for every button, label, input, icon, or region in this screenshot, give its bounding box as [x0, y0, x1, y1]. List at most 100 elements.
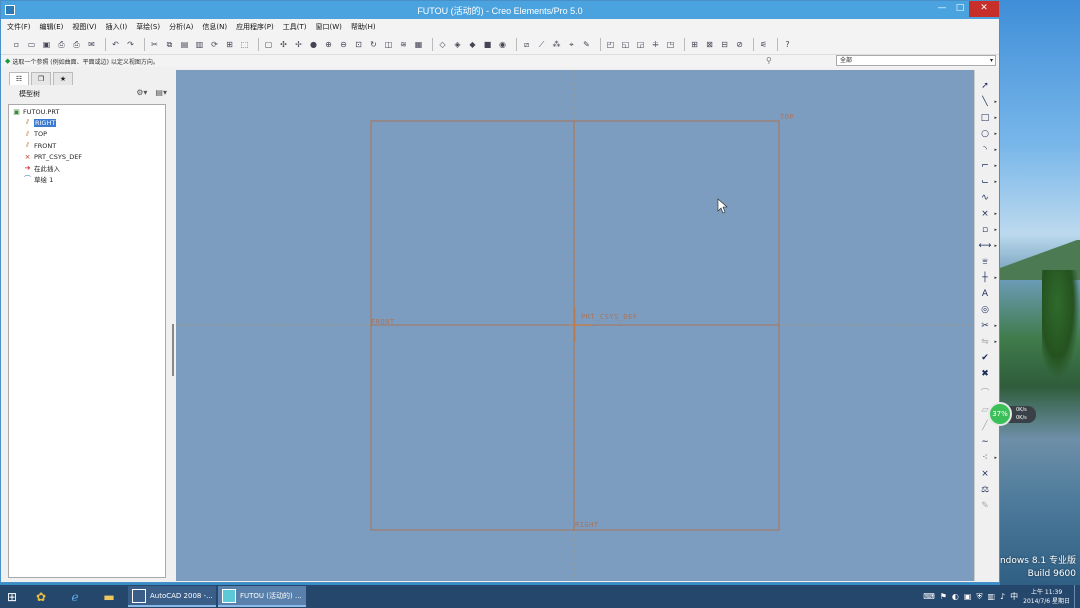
selection-box-icon[interactable]: ⬚: [239, 39, 250, 50]
view-manager-icon[interactable]: ▦: [413, 39, 424, 50]
edit-tool-right-icon[interactable]: ✎: [978, 500, 992, 512]
sketch-display-icon[interactable]: ⊘: [734, 39, 745, 50]
print-icon[interactable]: ⎙: [56, 39, 67, 50]
shading-icon[interactable]: ●: [308, 39, 319, 50]
datum-plane-tool-icon[interactable]: ◰: [605, 39, 616, 50]
reorient-icon[interactable]: ↻: [368, 39, 379, 50]
layers-icon[interactable]: ≋: [398, 39, 409, 50]
cut-icon[interactable]: ✂: [149, 39, 160, 50]
datum-planes-display-icon[interactable]: ⧄: [521, 39, 532, 50]
dimension-tool-icon[interactable]: ⟷ ▸: [978, 240, 997, 252]
datum-axes-display-icon[interactable]: ⟋: [536, 39, 547, 50]
annotation-display-icon[interactable]: ✎: [581, 39, 592, 50]
menu-applications[interactable]: 应用程序(P): [236, 22, 274, 32]
tree-item-sketch[interactable]: ⌒ 草绘 1: [9, 174, 165, 185]
text-tool-icon[interactable]: A: [978, 288, 992, 300]
find-icon[interactable]: ⊞: [224, 39, 235, 50]
filter-icon[interactable]: ⚲: [766, 56, 772, 65]
app-icon[interactable]: [5, 5, 15, 15]
chamfer-tool-icon[interactable]: ⌙ ▸: [978, 176, 997, 188]
undo-icon[interactable]: ↶: [110, 39, 121, 50]
cancel-icon[interactable]: ✖: [978, 368, 992, 380]
tray-icon[interactable]: ◐: [952, 592, 959, 601]
menu-sketch[interactable]: 草绘(S): [136, 22, 160, 32]
menu-window[interactable]: 窗口(W): [316, 22, 342, 32]
tree-item-front[interactable]: ⫽ FRONT: [9, 140, 165, 151]
saved-views-icon[interactable]: ◫: [383, 39, 394, 50]
new-file-icon[interactable]: ▫: [11, 39, 22, 50]
circle-tool-icon[interactable]: ○ ▸: [978, 128, 997, 140]
selection-filter-select[interactable]: 全部 ▾: [836, 55, 996, 66]
csys-tool-right-icon[interactable]: ⨯: [978, 468, 992, 480]
spline-tool-icon[interactable]: ∿: [978, 192, 992, 204]
csys-label[interactable]: PRT_CSYS_DEF: [581, 313, 638, 321]
constraint-tool-icon[interactable]: ┼ ▸: [978, 272, 997, 284]
tree-columns-icon[interactable]: ▤▾: [155, 88, 167, 97]
point-display-icon[interactable]: ⁂: [551, 39, 562, 50]
pinned-app-icon[interactable]: ✿: [24, 585, 58, 608]
tray-icon[interactable]: ▣: [964, 592, 972, 601]
sketch-orient-icon[interactable]: ⊟: [719, 39, 730, 50]
tree-item-top[interactable]: ⫽ TOP: [9, 129, 165, 140]
spin-center-icon[interactable]: ✣: [278, 39, 289, 50]
grid-icon[interactable]: ⊞: [689, 39, 700, 50]
copy-icon[interactable]: ⧉: [164, 39, 175, 50]
palette-tool-icon[interactable]: ◎: [978, 304, 992, 316]
accept-icon[interactable]: ✔: [978, 352, 992, 364]
zoom-out-icon[interactable]: ⊖: [338, 39, 349, 50]
tray-clock[interactable]: 上午 11:39 2014/7/6 星期日: [1023, 588, 1070, 606]
minimize-button[interactable]: —: [933, 1, 951, 17]
splitter-grip[interactable]: [172, 324, 174, 376]
print-preview-icon[interactable]: ⎙: [71, 39, 82, 50]
tree-settings-icon[interactable]: ⚙▾: [136, 88, 147, 97]
menu-tools[interactable]: 工具(T): [283, 22, 307, 32]
keyboard-icon[interactable]: ⌨: [923, 592, 935, 601]
tab-favorites[interactable]: ★: [53, 72, 73, 85]
analysis-tool-right-icon[interactable]: ⚖: [978, 484, 992, 496]
tree-item-part[interactable]: ▣ FUTOU.PRT: [9, 106, 165, 117]
tab-folder-browser[interactable]: ❐: [31, 72, 51, 85]
datum-curve-tool-right-icon[interactable]: ∼: [978, 436, 992, 448]
taskbar-item-creo[interactable]: FUTOU (活动的) ...: [218, 586, 306, 607]
mirror-tool-icon[interactable]: ⇋ ▸: [978, 336, 997, 348]
datum-axis-tool-icon[interactable]: ◱: [620, 39, 631, 50]
hidden-line-icon[interactable]: ◈: [452, 39, 463, 50]
arc-tool-icon[interactable]: ◝ ▸: [978, 144, 997, 156]
orient-mode-icon[interactable]: ✢: [293, 39, 304, 50]
zoom-in-icon[interactable]: ⊕: [323, 39, 334, 50]
datum-point-tool-right-icon[interactable]: ⁖ ▸: [978, 452, 997, 464]
trim-tool-icon[interactable]: ✂ ▸: [978, 320, 997, 332]
volume-icon[interactable]: ♪: [1000, 592, 1005, 601]
menu-help[interactable]: 帮助(H): [351, 22, 376, 32]
menu-edit[interactable]: 编辑(E): [40, 22, 64, 32]
maximize-button[interactable]: □: [951, 1, 969, 17]
show-desktop-button[interactable]: [1074, 585, 1080, 608]
menu-view[interactable]: 视图(V): [72, 22, 96, 32]
tree-item-csys[interactable]: ⨯ PRT_CSYS_DEF: [9, 151, 165, 162]
network-icon[interactable]: ▥: [987, 592, 995, 601]
sketch-datum-icon[interactable]: ⌒: [978, 388, 992, 400]
repaint-icon[interactable]: ▢: [263, 39, 274, 50]
redo-icon[interactable]: ↷: [125, 39, 136, 50]
line-tool-icon[interactable]: ╲ ▸: [978, 96, 997, 108]
close-button[interactable]: ✕: [969, 1, 999, 17]
datum-point-tool-icon[interactable]: ⁜: [650, 39, 661, 50]
email-icon[interactable]: ✉: [86, 39, 97, 50]
refit-icon[interactable]: ⊡: [353, 39, 364, 50]
point-tool-icon[interactable]: × ▸: [978, 208, 997, 220]
tab-model-tree[interactable]: ☷: [9, 72, 29, 85]
modify-tool-icon[interactable]: ⩸: [978, 256, 992, 268]
open-file-icon[interactable]: ▭: [26, 39, 37, 50]
snap-icon[interactable]: ⊠: [704, 39, 715, 50]
datum-label-top[interactable]: TOP: [780, 113, 794, 121]
title-bar[interactable]: FUTOU (活动的) - Creo Elements/Pro 5.0 — □ …: [1, 1, 999, 19]
internet-explorer-icon[interactable]: ℯ: [58, 585, 92, 608]
file-explorer-icon[interactable]: ▬: [92, 585, 126, 608]
no-hidden-icon[interactable]: ◆: [467, 39, 478, 50]
menu-info[interactable]: 信息(N): [202, 22, 227, 32]
datum-label-front[interactable]: FRONT: [371, 318, 395, 326]
wireframe-icon[interactable]: ◇: [437, 39, 448, 50]
tree-item-insert-here[interactable]: ➔ 在此插入: [9, 162, 165, 173]
shaded-icon[interactable]: ■: [482, 39, 493, 50]
paste-special-icon[interactable]: ▥: [194, 39, 205, 50]
